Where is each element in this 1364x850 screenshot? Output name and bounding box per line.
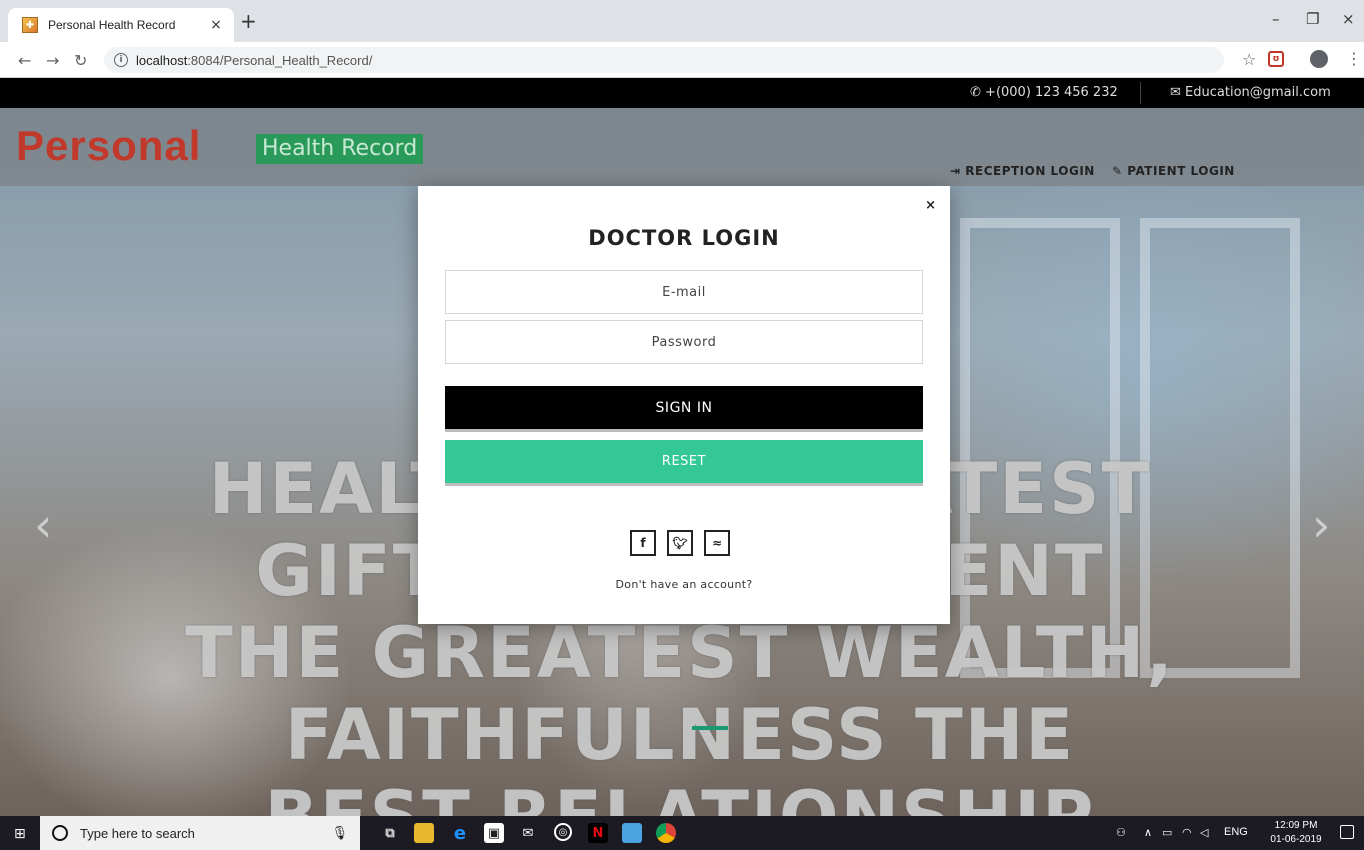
contact-phone: ✆ +(000) 123 456 232 bbox=[970, 85, 1118, 100]
wifi-icon[interactable]: ◠ bbox=[1182, 826, 1192, 839]
sign-in-icon: ⇥ bbox=[950, 164, 961, 178]
tab-title: Personal Health Record bbox=[48, 18, 176, 32]
chrome-icon[interactable] bbox=[656, 823, 676, 843]
sign-in-button[interactable]: SIGN IN bbox=[445, 386, 923, 432]
clock-date: 01-06-2019 bbox=[1270, 834, 1322, 845]
password-field[interactable] bbox=[445, 320, 923, 364]
tab-close-icon[interactable]: × bbox=[208, 17, 224, 33]
back-icon[interactable]: ← bbox=[18, 51, 31, 70]
taskbar-search-placeholder: Type here to search bbox=[80, 825, 195, 841]
battery-icon[interactable]: ▭ bbox=[1162, 826, 1172, 839]
browser-menu-icon[interactable]: ⋮ bbox=[1346, 49, 1362, 68]
brand-logo-health-record[interactable]: Health Record bbox=[256, 134, 424, 164]
window-minimize-button[interactable]: – bbox=[1272, 10, 1280, 28]
clock-time: 12:09 PM bbox=[1274, 820, 1318, 831]
notification-icon[interactable] bbox=[1340, 825, 1354, 839]
extension-icon[interactable]: ʊ bbox=[1268, 51, 1284, 67]
forward-icon[interactable]: → bbox=[46, 51, 59, 70]
window-close-button[interactable]: × bbox=[1342, 10, 1355, 28]
nav-reception-login[interactable]: ⇥ RECEPTION LOGIN bbox=[950, 164, 1095, 178]
cortana-icon bbox=[52, 825, 68, 841]
address-bar[interactable]: i localhost :8084/Personal_Health_Record… bbox=[104, 47, 1224, 73]
modal-close-icon[interactable]: × bbox=[925, 198, 936, 213]
new-tab-button[interactable]: + bbox=[240, 11, 257, 31]
topbar-divider bbox=[1140, 82, 1141, 104]
modal-title: DOCTOR LOGIN bbox=[588, 226, 780, 250]
reload-icon[interactable]: ↻ bbox=[74, 51, 87, 70]
microphone-icon[interactable]: 🎙︎ bbox=[331, 826, 348, 841]
carousel-next-button[interactable]: › bbox=[1312, 498, 1330, 552]
taskbar-search-box[interactable]: Type here to search 🎙︎ bbox=[40, 816, 360, 850]
twitter-icon[interactable]: 🐦︎ bbox=[667, 530, 693, 556]
contact-topbar: ✆ +(000) 123 456 232 ✉ Education@gmail.c… bbox=[0, 78, 1364, 108]
brand-logo-personal[interactable]: Personal bbox=[16, 122, 201, 170]
task-view-icon[interactable]: ⧉ bbox=[380, 823, 400, 843]
profile-icon[interactable] bbox=[1310, 50, 1328, 68]
page-viewport: ✆ +(000) 123 456 232 ✉ Education@gmail.c… bbox=[0, 78, 1364, 816]
tray-expand-icon[interactable]: ∧ bbox=[1144, 826, 1152, 839]
file-explorer-icon[interactable] bbox=[414, 823, 434, 843]
store-icon[interactable]: ▣ bbox=[484, 823, 504, 843]
windows-taskbar: ⊞ Type here to search 🎙︎ ⧉ e ▣ ✉ ◎ N ⚇ ∧… bbox=[0, 816, 1364, 850]
carousel-prev-button[interactable]: ‹ bbox=[34, 498, 52, 552]
doctor-login-modal: × DOCTOR LOGIN SIGN IN RESET f 🐦︎ ≈ Don'… bbox=[418, 186, 950, 624]
edge-icon[interactable]: e bbox=[450, 823, 470, 844]
carousel-indicator[interactable] bbox=[692, 726, 728, 730]
browser-toolbar: ← → ↻ i localhost :8084/Personal_Health_… bbox=[0, 42, 1364, 78]
3d-box-icon[interactable] bbox=[622, 823, 642, 843]
info-icon[interactable]: i bbox=[114, 53, 128, 67]
url-host: localhost bbox=[136, 52, 188, 68]
facebook-icon[interactable]: f bbox=[630, 530, 656, 556]
phone-icon: ✆ bbox=[970, 85, 981, 100]
site-favicon-icon: ✚ bbox=[22, 17, 38, 33]
envelope-icon: ✉ bbox=[1170, 85, 1181, 100]
browser-tab-strip: ✚ Personal Health Record × + – ❐ × bbox=[0, 0, 1364, 42]
mail-icon[interactable]: ✉ bbox=[518, 823, 538, 843]
email-field[interactable] bbox=[445, 270, 923, 314]
edit-icon: ✎ bbox=[1112, 164, 1123, 178]
people-icon[interactable]: ⚇ bbox=[1116, 826, 1126, 839]
rss-icon[interactable]: ≈ bbox=[704, 530, 730, 556]
nav-patient-login[interactable]: ✎ PATIENT LOGIN bbox=[1112, 164, 1235, 178]
signup-prompt[interactable]: Don't have an account? bbox=[418, 578, 950, 591]
volume-icon[interactable]: ◁ bbox=[1200, 826, 1208, 839]
window-maximize-button[interactable]: ❐ bbox=[1306, 10, 1319, 28]
bookmark-star-icon[interactable]: ☆ bbox=[1242, 50, 1256, 69]
language-indicator[interactable]: ENG bbox=[1224, 826, 1248, 838]
netflix-icon[interactable]: N bbox=[588, 823, 608, 843]
reset-button[interactable]: RESET bbox=[445, 440, 923, 486]
site-header: Personal Health Record ⇥ RECEPTION LOGIN… bbox=[0, 108, 1364, 186]
media-player-icon[interactable]: ◎ bbox=[554, 823, 572, 841]
windows-start-icon[interactable]: ⊞ bbox=[14, 826, 26, 842]
browser-tab[interactable]: ✚ Personal Health Record × bbox=[8, 8, 234, 42]
contact-email[interactable]: ✉ Education@gmail.com bbox=[1170, 85, 1331, 100]
taskbar-clock[interactable]: 12:09 PM 01-06-2019 bbox=[1264, 819, 1328, 847]
url-path: :8084/Personal_Health_Record/ bbox=[187, 52, 373, 68]
